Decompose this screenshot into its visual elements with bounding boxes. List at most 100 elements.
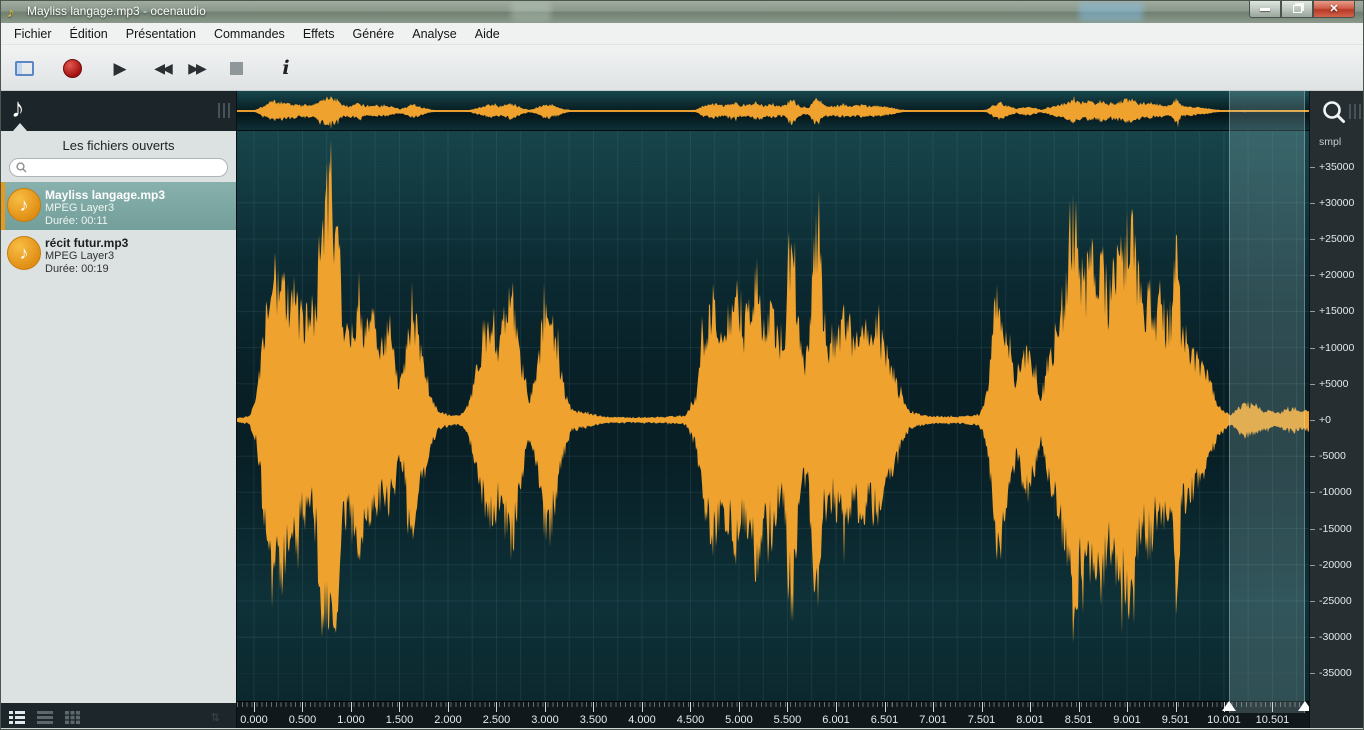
stop-button[interactable] xyxy=(223,55,249,81)
axis-tick-label: +10000 xyxy=(1319,342,1354,354)
ruler-time-label: 8.501 xyxy=(1065,714,1093,726)
play-icon: ▶ xyxy=(113,60,126,77)
ruler-time-label: 1.000 xyxy=(337,714,365,726)
axis-tick-mark xyxy=(1310,492,1315,493)
ruler-time-label: 9.001 xyxy=(1113,714,1141,726)
rewind-button[interactable]: ◀◀ xyxy=(149,55,175,81)
ruler-time-label: 6.501 xyxy=(871,714,899,726)
app-window: ♪ Mayliss langage.mp3 - ocenaudio ✕ Fich… xyxy=(0,0,1364,730)
menu-item-aide[interactable]: Aide xyxy=(466,24,509,44)
ruler-time-label: 2.000 xyxy=(434,714,462,726)
selection-tool-button[interactable] xyxy=(11,55,37,81)
axis-tick-mark xyxy=(1310,275,1315,276)
file-duration: Durée: 00:19 xyxy=(45,263,232,276)
selection-region[interactable] xyxy=(1229,91,1306,713)
grid-view-icon[interactable] xyxy=(65,711,80,724)
titlebar-glass-artifact-2 xyxy=(511,2,551,21)
ruler-time-label: 4.500 xyxy=(677,714,705,726)
rewind-icon: ◀◀ xyxy=(154,61,170,75)
time-ruler[interactable]: 0.0000.5001.0001.5002.0002.5003.0003.500… xyxy=(237,701,1309,730)
axis-tick-label: -5000 xyxy=(1319,450,1346,462)
axis-tick-label: +25000 xyxy=(1319,233,1354,245)
menu-item-analyse[interactable]: Analyse xyxy=(403,24,465,44)
menu-bar: FichierÉditionPrésentationCommandesEffet… xyxy=(1,23,1363,45)
file-item[interactable]: ♪récit futur.mp3MPEG Layer3Durée: 00:19 xyxy=(1,230,236,278)
axis-tick-label: -35000 xyxy=(1319,667,1352,679)
ruler-major-tick xyxy=(351,702,352,712)
restore-icon xyxy=(1293,5,1302,13)
ruler-time-label: 8.001 xyxy=(1016,714,1044,726)
sidebar: ♪ Les fichiers ouverts ♪Mayliss langage.… xyxy=(1,91,237,730)
ruler-time-label: 5.500 xyxy=(774,714,802,726)
wave-area: 0.0000.5001.0001.5002.0002.5003.0003.500… xyxy=(237,91,1309,730)
ruler-major-tick xyxy=(739,702,740,712)
ruler-major-tick xyxy=(836,702,837,712)
audio-file-icon: ♪ xyxy=(7,188,41,222)
close-button[interactable]: ✕ xyxy=(1313,1,1355,18)
axis-tick-label: +15000 xyxy=(1319,305,1354,317)
forward-button[interactable]: ▶▶ xyxy=(183,55,209,81)
ruler-time-label: 10.501 xyxy=(1256,714,1290,726)
ruler-major-tick xyxy=(982,702,983,712)
music-note-icon[interactable]: ♪ xyxy=(11,93,25,124)
sidebar-drag-grip[interactable] xyxy=(218,103,230,118)
file-name: récit futur.mp3 xyxy=(45,236,232,250)
window-title: Mayliss langage.mp3 - ocenaudio xyxy=(27,4,206,18)
axis-tick-mark xyxy=(1310,673,1315,674)
main-waveform xyxy=(237,131,1309,701)
axis-tick-label: -30000 xyxy=(1319,631,1352,643)
sample-axis-unit: smpl xyxy=(1319,136,1341,148)
ruler-time-label: 0.500 xyxy=(289,714,317,726)
search-input[interactable] xyxy=(31,161,227,175)
record-icon xyxy=(63,59,82,78)
axis-tick-label: +30000 xyxy=(1319,197,1354,209)
zoom-icon[interactable] xyxy=(1321,99,1347,125)
menu-item-fichier[interactable]: Fichier xyxy=(5,24,61,44)
ruler-time-label: 10.001 xyxy=(1207,714,1241,726)
forward-icon: ▶▶ xyxy=(188,61,204,75)
record-button[interactable] xyxy=(59,55,85,81)
close-icon: ✕ xyxy=(1329,4,1338,15)
app-icon: ♪ xyxy=(7,3,14,21)
ruler-major-tick xyxy=(642,702,643,712)
sample-axis-panel[interactable]: smpl +35000+30000+25000+20000+15000+1000… xyxy=(1309,91,1364,730)
info-button[interactable]: i xyxy=(273,55,299,81)
list-view-icon[interactable] xyxy=(37,711,53,724)
sidebar-header: ♪ xyxy=(1,91,236,131)
info-icon: i xyxy=(282,57,289,79)
detail-view-icon[interactable] xyxy=(9,711,25,724)
play-button[interactable]: ▶ xyxy=(107,55,133,81)
menu-item-édition[interactable]: Édition xyxy=(61,24,117,44)
file-search-box[interactable] xyxy=(9,158,228,177)
sidebar-footer: ⇅ xyxy=(1,703,236,730)
title-bar[interactable]: ♪ Mayliss langage.mp3 - ocenaudio ✕ xyxy=(1,1,1363,23)
axis-tick-label: -20000 xyxy=(1319,559,1352,571)
selection-handle-left[interactable] xyxy=(1222,701,1236,711)
file-duration: Durée: 00:11 xyxy=(45,215,232,228)
menu-item-présentation[interactable]: Présentation xyxy=(117,24,205,44)
ruler-time-label: 1.500 xyxy=(386,714,414,726)
menu-item-génére[interactable]: Génére xyxy=(344,24,404,44)
restore-button[interactable] xyxy=(1281,1,1313,18)
overview-waveform xyxy=(237,91,1309,131)
waveform-overview[interactable] xyxy=(237,91,1309,131)
menu-item-commandes[interactable]: Commandes xyxy=(205,24,294,44)
ruler-major-tick xyxy=(1127,702,1128,712)
ruler-major-tick xyxy=(399,702,400,712)
ruler-major-tick xyxy=(254,702,255,712)
ruler-major-tick xyxy=(1176,702,1177,712)
axis-tick-mark xyxy=(1310,167,1315,168)
axis-panel-grip[interactable] xyxy=(1349,104,1361,119)
axis-tick-mark xyxy=(1310,311,1315,312)
ruler-major-tick xyxy=(593,702,594,712)
file-list: ♪Mayliss langage.mp3MPEG Layer3Durée: 00… xyxy=(1,182,236,278)
axis-tick-mark xyxy=(1310,601,1315,602)
file-item[interactable]: ♪Mayliss langage.mp3MPEG Layer3Durée: 00… xyxy=(1,182,236,230)
menu-item-effets[interactable]: Effets xyxy=(294,24,344,44)
ruler-major-tick xyxy=(885,702,886,712)
axis-tick-mark xyxy=(1310,456,1315,457)
waveform-view[interactable] xyxy=(237,131,1309,701)
ruler-time-label: 6.001 xyxy=(822,714,850,726)
sort-icon[interactable]: ⇅ xyxy=(211,711,220,724)
minimize-button[interactable] xyxy=(1249,1,1281,18)
